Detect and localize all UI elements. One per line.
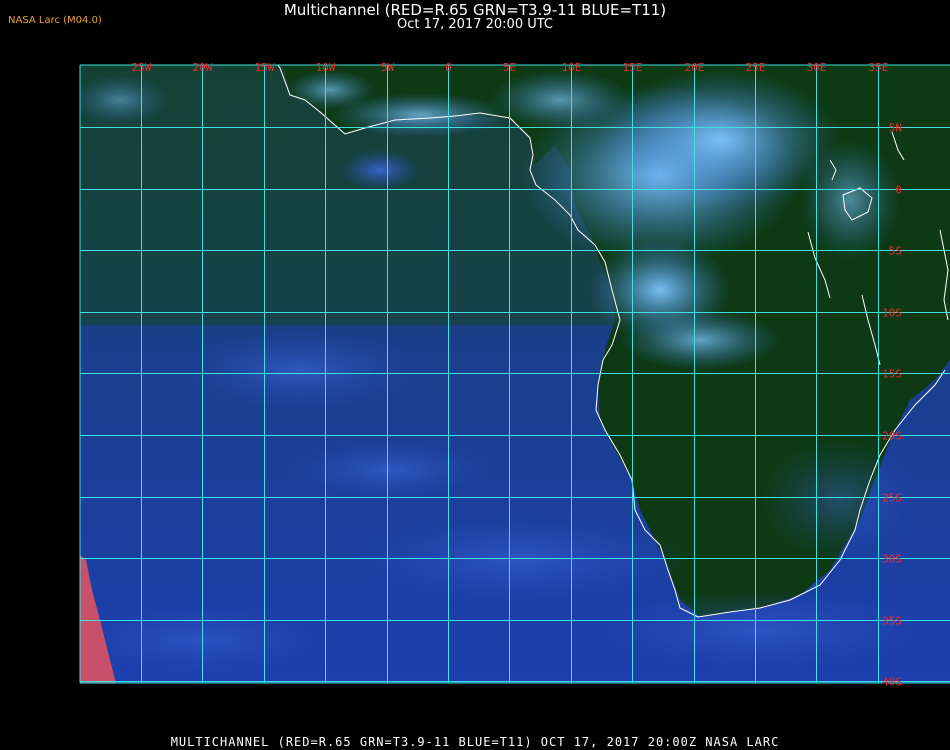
satellite-map: 25W 20W 15W 10W 5W 0 5E 10E 15E 20E 25E 30E 35E 5N 0 5S… (79, 61, 950, 689)
lat-label: 10S (882, 307, 902, 320)
lon-label: 5E (503, 61, 516, 74)
lat-label: 20S (882, 430, 902, 443)
lat-label: 30S (882, 553, 902, 566)
lon-label: 15W (255, 61, 275, 74)
lat-label: 15S (882, 368, 902, 381)
image-timestamp: Oct 17, 2017 20:00 UTC (397, 17, 553, 32)
lat-label: 5S (889, 245, 902, 258)
lat-label: 0 (895, 184, 902, 197)
lon-label: 35E (869, 61, 889, 74)
lon-label: 10W (316, 61, 336, 74)
footer-caption: MULTICHANNEL (RED=R.65 GRN=T3.9-11 BLUE=… (170, 735, 780, 749)
lon-label: 25W (132, 61, 152, 74)
lat-label: 35S (882, 615, 902, 628)
lat-label: 40S (882, 676, 902, 689)
lon-label: 0 (445, 61, 452, 74)
lon-label: 25E (746, 61, 766, 74)
lat-label: 5N (889, 122, 902, 135)
lon-label: 10E (562, 61, 582, 74)
lat-label: 25S (882, 492, 902, 505)
lon-label: 20E (685, 61, 705, 74)
lon-label: 15E (623, 61, 643, 74)
lon-label: 20W (193, 61, 213, 74)
lon-label: 5W (381, 61, 395, 74)
lon-label: 30E (807, 61, 827, 74)
